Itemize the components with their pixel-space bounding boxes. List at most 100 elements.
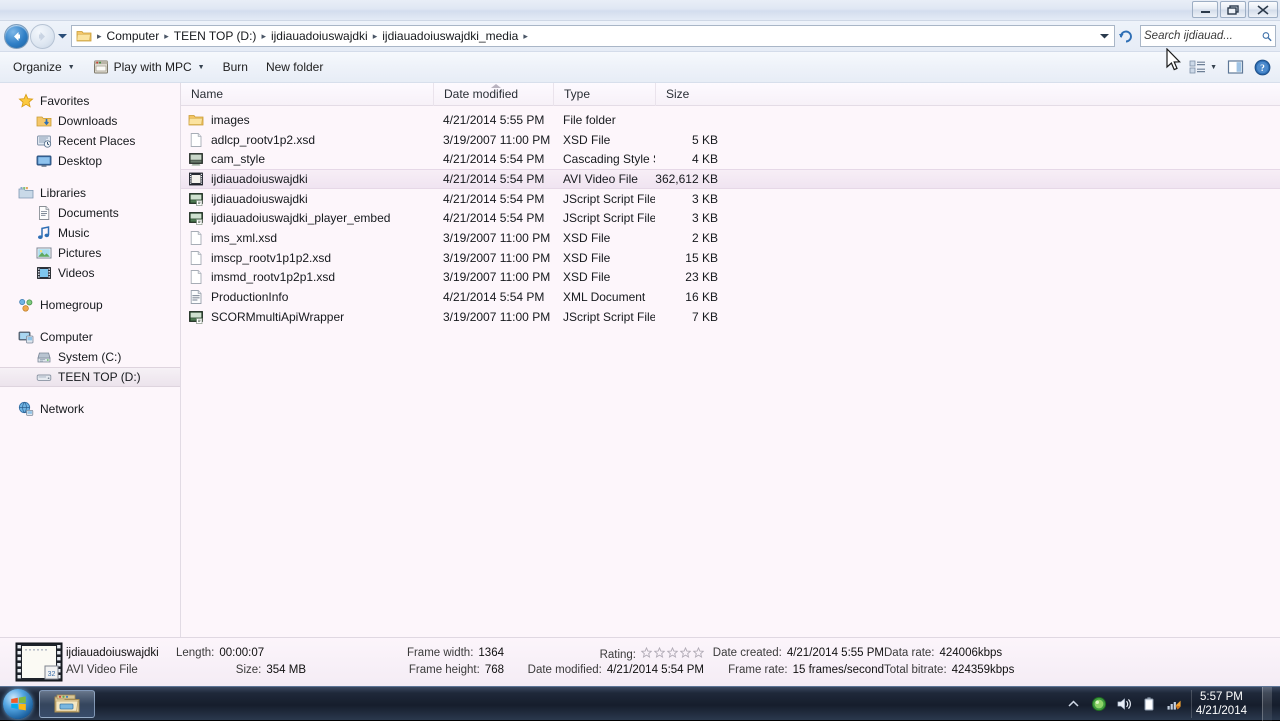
forward-button[interactable] — [30, 23, 55, 49]
file-name: cam_style — [211, 152, 266, 167]
chevron-up-icon — [1068, 700, 1079, 707]
table-row[interactable]: ijdiauadoiuswajdki 4/21/2014 5:54 PM AVI… — [181, 169, 1280, 189]
sidebar-label: System (C:) — [58, 350, 122, 364]
sidebar-label: TEEN TOP (D:) — [58, 370, 141, 384]
navigation-pane[interactable]: Favorites Downloads Recent Places Deskto… — [0, 83, 181, 637]
file-type: File folder — [563, 112, 616, 127]
change-view-button[interactable]: ▼ — [1184, 55, 1222, 79]
column-header-size[interactable]: Size — [655, 82, 728, 106]
star-empty-icon[interactable] — [667, 646, 678, 658]
column-header-type[interactable]: Type — [553, 82, 655, 106]
address-breadcrumb-bar[interactable]: ▸ Computer ▸ TEEN TOP (D:) ▸ ijdiauadoiu… — [71, 25, 1115, 47]
table-row[interactable]: imscp_rootv1p1p2.xsd 3/19/2007 11:00 PM … — [181, 248, 1280, 268]
sidebar-item-documents[interactable]: Documents — [0, 203, 180, 223]
sidebar-label: Homegroup — [40, 298, 103, 312]
file-size: 3 KB — [691, 191, 718, 206]
help-button[interactable]: ? — [1249, 55, 1276, 79]
file-name: SCORMmultiApiWrapper — [211, 309, 345, 324]
preview-pane-button[interactable] — [1222, 55, 1249, 79]
recent-places-icon — [37, 135, 52, 148]
details-file-name: ijdiauadoiuswajdki — [66, 646, 159, 659]
table-row[interactable]: imsmd_rootv1p2p1.xsd 3/19/2007 11:00 PM … — [181, 268, 1280, 288]
minimize-button[interactable] — [1192, 1, 1218, 18]
search-icon[interactable] — [1262, 30, 1272, 43]
file-type: AVI Video File — [563, 171, 638, 186]
sidebar-group-network[interactable]: Network — [0, 399, 180, 419]
breadcrumb-item-ijdiauadoiuswajdki[interactable]: ijdiauadoiuswajdki — [267, 28, 372, 44]
libraries-icon — [18, 187, 34, 199]
file-name-cell: ijdiauadoiuswajdki_player_embed — [181, 210, 433, 226]
pictures-icon — [36, 247, 52, 259]
refresh-icon — [1119, 30, 1132, 43]
table-row[interactable]: cam_style 4/21/2014 5:54 PM Cascading St… — [181, 149, 1280, 169]
network-signal-icon — [1167, 700, 1181, 710]
avi-file-icon — [189, 172, 203, 186]
chevron-down-icon[interactable]: ▼ — [1210, 64, 1217, 71]
table-row[interactable]: ims_xml.xsd 3/19/2007 11:00 PM XSD File … — [181, 228, 1280, 248]
show-hidden-icons-button[interactable] — [1066, 696, 1082, 712]
folder-icon — [188, 114, 204, 126]
start-button[interactable] — [3, 688, 33, 719]
taskbar-clock[interactable]: 5:57 PM 4/21/2014 — [1190, 689, 1253, 718]
table-row[interactable]: SCORMmultiApiWrapper 3/19/2007 11:00 PM … — [181, 307, 1280, 327]
rating-stars[interactable] — [641, 646, 704, 658]
burn-button[interactable]: Burn — [214, 55, 257, 79]
maximize-button[interactable] — [1220, 1, 1246, 18]
table-row[interactable]: ProductionInfo 4/21/2014 5:54 PM XML Doc… — [181, 287, 1280, 307]
address-dropdown-button[interactable] — [1096, 26, 1112, 46]
play-with-mpc-button[interactable]: Play with MPC ▼ — [84, 55, 214, 79]
sidebar-label: Downloads — [58, 114, 118, 128]
file-name-cell: imscp_rootv1p1p2.xsd — [181, 250, 433, 266]
sidebar-item-videos[interactable]: Videos — [0, 263, 180, 283]
network-tray-icon[interactable] — [1166, 696, 1182, 712]
clock-time: 5:57 PM — [1200, 690, 1243, 703]
breadcrumb-item-ijdiauadoiuswajdki-media[interactable]: ijdiauadoiuswajdki_media — [378, 28, 522, 44]
sidebar-item-desktop[interactable]: Desktop — [0, 151, 180, 171]
details-line: Frame rate: 15 frames/second — [704, 664, 884, 678]
close-button[interactable] — [1248, 1, 1278, 18]
sidebar-item-system-c[interactable]: System (C:) — [0, 347, 180, 367]
file-size: 15 KB — [685, 250, 718, 265]
sidebar-group-favorites[interactable]: Favorites — [0, 91, 180, 111]
breadcrumb-item-teen-top-d[interactable]: TEEN TOP (D:) — [170, 28, 261, 44]
show-desktop-button[interactable] — [1262, 686, 1272, 721]
search-box[interactable] — [1140, 25, 1276, 47]
star-empty-icon[interactable] — [641, 646, 652, 658]
table-row[interactable]: ijdiauadoiuswajdki 4/21/2014 5:54 PM JSc… — [181, 189, 1280, 209]
sidebar-item-teen-top-d[interactable]: TEEN TOP (D:) — [0, 367, 180, 387]
breadcrumb-item-computer[interactable]: Computer — [103, 28, 164, 44]
star-empty-icon[interactable] — [654, 646, 665, 658]
sidebar-group-libraries[interactable]: Libraries — [0, 183, 180, 203]
antivirus-tray-icon[interactable] — [1091, 696, 1107, 712]
new-folder-button[interactable]: New folder — [257, 55, 332, 79]
table-row[interactable]: ijdiauadoiuswajdki_player_embed 4/21/201… — [181, 208, 1280, 228]
sidebar-group-computer[interactable]: Computer — [0, 327, 180, 347]
explorer-window: ▸ Computer ▸ TEEN TOP (D:) ▸ ijdiauadoiu… — [0, 0, 1280, 686]
file-type: JScript Script File — [563, 211, 655, 226]
volume-tray-icon[interactable] — [1116, 696, 1132, 712]
star-empty-icon[interactable] — [693, 646, 704, 658]
sidebar-item-recent-places[interactable]: Recent Places — [0, 131, 180, 151]
organize-button[interactable]: Organize ▼ — [4, 55, 84, 79]
table-row[interactable]: adlcp_rootv1p2.xsd 3/19/2007 11:00 PM XS… — [181, 130, 1280, 150]
file-size: 7 KB — [691, 309, 718, 324]
column-headers: Name Date modified Type Size — [181, 82, 1280, 106]
sidebar-item-pictures[interactable]: Pictures — [0, 243, 180, 263]
xml-file-icon — [190, 290, 202, 304]
column-header-name[interactable]: Name — [181, 83, 433, 106]
table-row[interactable]: images 4/21/2014 5:55 PM File folder — [181, 110, 1280, 130]
sidebar-item-music[interactable]: Music — [0, 223, 180, 243]
refresh-button[interactable] — [1115, 25, 1137, 47]
recent-pages-button[interactable] — [55, 24, 69, 49]
search-input[interactable] — [1144, 30, 1263, 42]
battery-tray-icon[interactable] — [1141, 696, 1157, 712]
sidebar-group-homegroup[interactable]: Homegroup — [0, 295, 180, 315]
sidebar-item-downloads[interactable]: Downloads — [0, 111, 180, 131]
back-button[interactable] — [4, 23, 29, 49]
taskbar-item-windows-explorer[interactable] — [39, 689, 95, 718]
downloads-icon — [36, 116, 52, 127]
details-line: Total bitrate: 424359kbps — [884, 664, 1268, 678]
details-line: Length: 00:00:07 — [176, 647, 306, 661]
star-empty-icon[interactable] — [680, 646, 691, 658]
chevron-down-icon — [57, 34, 67, 39]
